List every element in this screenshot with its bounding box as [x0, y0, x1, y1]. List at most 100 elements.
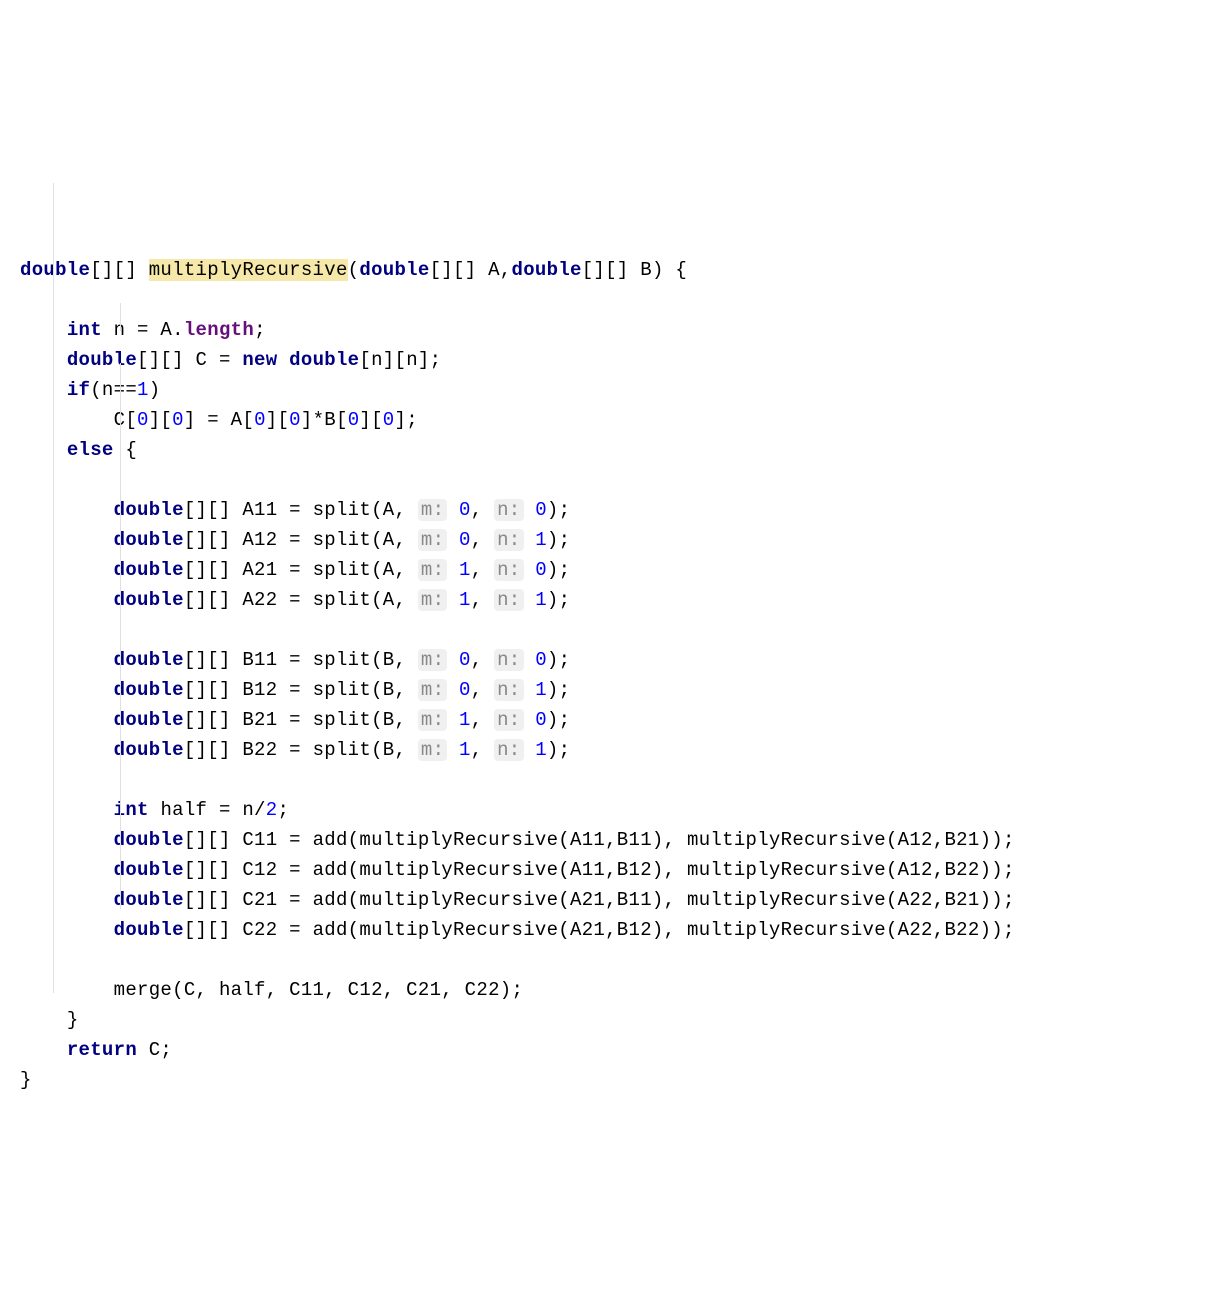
- code-line: int n = A.length;: [20, 315, 1208, 345]
- token-mem: length: [184, 319, 254, 341]
- code-line: if(n==1): [20, 375, 1208, 405]
- token-num: 1: [535, 529, 547, 551]
- code-line: }: [20, 1065, 1208, 1095]
- token: );: [547, 559, 570, 581]
- token: );: [547, 499, 570, 521]
- token-num: 1: [459, 709, 471, 731]
- token-hint: n:: [494, 679, 523, 701]
- token: );: [547, 529, 570, 551]
- token: [524, 499, 536, 521]
- token: [524, 679, 536, 701]
- token: [447, 499, 459, 521]
- token: [][] B11 = split(B,: [184, 649, 418, 671]
- token: ,: [471, 739, 494, 761]
- token-num: 0: [459, 529, 471, 551]
- token: [][] A,: [430, 259, 512, 281]
- token: ;: [277, 799, 289, 821]
- token-num: 0: [254, 409, 266, 431]
- token-hint: m:: [418, 499, 447, 521]
- token-kw: return: [67, 1039, 149, 1061]
- token-num: 0: [137, 409, 149, 431]
- code-line: merge(C, half, C11, C12, C21, C22);: [20, 975, 1208, 1005]
- token-kw: double: [114, 589, 184, 611]
- token-hint: n:: [494, 649, 523, 671]
- token-num: 0: [383, 409, 395, 431]
- code-line: return C;: [20, 1035, 1208, 1065]
- token: [447, 649, 459, 671]
- code-line: double[][] A11 = split(A, m: 0, n: 0);: [20, 495, 1208, 525]
- token: ] = A[: [184, 409, 254, 431]
- token: }: [20, 1069, 32, 1091]
- token: [524, 739, 536, 761]
- token-hint: n:: [494, 529, 523, 551]
- token: [][] A22 = split(A,: [184, 589, 418, 611]
- token: [][] B) {: [582, 259, 687, 281]
- token-num: 0: [535, 649, 547, 671]
- token: [524, 529, 536, 551]
- code-line: double[][] C21 = add(multiplyRecursive(A…: [20, 885, 1208, 915]
- token-kw: if: [67, 379, 90, 401]
- token-hint: n:: [494, 559, 523, 581]
- token-num: 1: [459, 559, 471, 581]
- token-hint: m:: [418, 529, 447, 551]
- token-kw: double: [512, 259, 582, 281]
- token: (n==: [90, 379, 137, 401]
- code-line: double[][] A12 = split(A, m: 0, n: 1);: [20, 525, 1208, 555]
- token-kw: double: [20, 259, 90, 281]
- token-hint: n:: [494, 499, 523, 521]
- code-line: }: [20, 1005, 1208, 1035]
- token: }: [67, 1009, 79, 1031]
- token: [][] A21 = split(A,: [184, 559, 418, 581]
- token-hint: m:: [418, 589, 447, 611]
- indent-guide: [120, 303, 121, 331]
- token: [n][n];: [359, 349, 441, 371]
- code-line: double[][] B22 = split(B, m: 1, n: 1);: [20, 735, 1208, 765]
- token: [][] C12 = add(multiplyRecursive(A11,B12…: [184, 859, 1015, 881]
- token-num: 1: [459, 589, 471, 611]
- token-hint: m:: [418, 679, 447, 701]
- token: ];: [395, 409, 418, 431]
- token-kw: double: [114, 829, 184, 851]
- code-line: double[][] B21 = split(B, m: 1, n: 0);: [20, 705, 1208, 735]
- token: n = A.: [114, 319, 184, 341]
- token-num: 0: [459, 649, 471, 671]
- token-kw: double: [67, 349, 137, 371]
- token: );: [547, 679, 570, 701]
- token-hint: m:: [418, 709, 447, 731]
- token: [447, 709, 459, 731]
- code-block: double[][] multiplyRecursive(double[][] …: [20, 255, 1208, 1095]
- token-num: 1: [137, 379, 149, 401]
- token-num: 0: [348, 409, 360, 431]
- token: [][] C21 = add(multiplyRecursive(A21,B11…: [184, 889, 1015, 911]
- token: C;: [149, 1039, 172, 1061]
- token-kw: double: [114, 649, 184, 671]
- token: [524, 559, 536, 581]
- token: ,: [471, 589, 494, 611]
- token-hint: n:: [494, 709, 523, 731]
- code-line: C[0][0] = A[0][0]*B[0][0];: [20, 405, 1208, 435]
- code-line: double[][] B11 = split(B, m: 0, n: 0);: [20, 645, 1208, 675]
- token: [][] C11 = add(multiplyRecursive(A11,B11…: [184, 829, 1015, 851]
- token-kw: else: [67, 439, 126, 461]
- token: [][]: [90, 259, 149, 281]
- token: [524, 709, 536, 731]
- token-num: 1: [459, 739, 471, 761]
- token: ,: [471, 559, 494, 581]
- token-hint: n:: [494, 739, 523, 761]
- code-line: double[][] A21 = split(A, m: 1, n: 0);: [20, 555, 1208, 585]
- token-kw: double: [114, 739, 184, 761]
- token-hint: m:: [418, 739, 447, 761]
- code-line: int half = n/2;: [20, 795, 1208, 825]
- code-line: double[][] A22 = split(A, m: 1, n: 1);: [20, 585, 1208, 615]
- token: [][] B12 = split(B,: [184, 679, 418, 701]
- token-kw: double: [359, 259, 429, 281]
- token: ,: [471, 529, 494, 551]
- code-line: [20, 765, 1208, 795]
- token-num: 1: [535, 739, 547, 761]
- token: ,: [471, 709, 494, 731]
- token: ][: [359, 409, 382, 431]
- token: [][] B22 = split(B,: [184, 739, 418, 761]
- indent-guide: [120, 363, 121, 909]
- token: [524, 589, 536, 611]
- token: C[: [114, 409, 137, 431]
